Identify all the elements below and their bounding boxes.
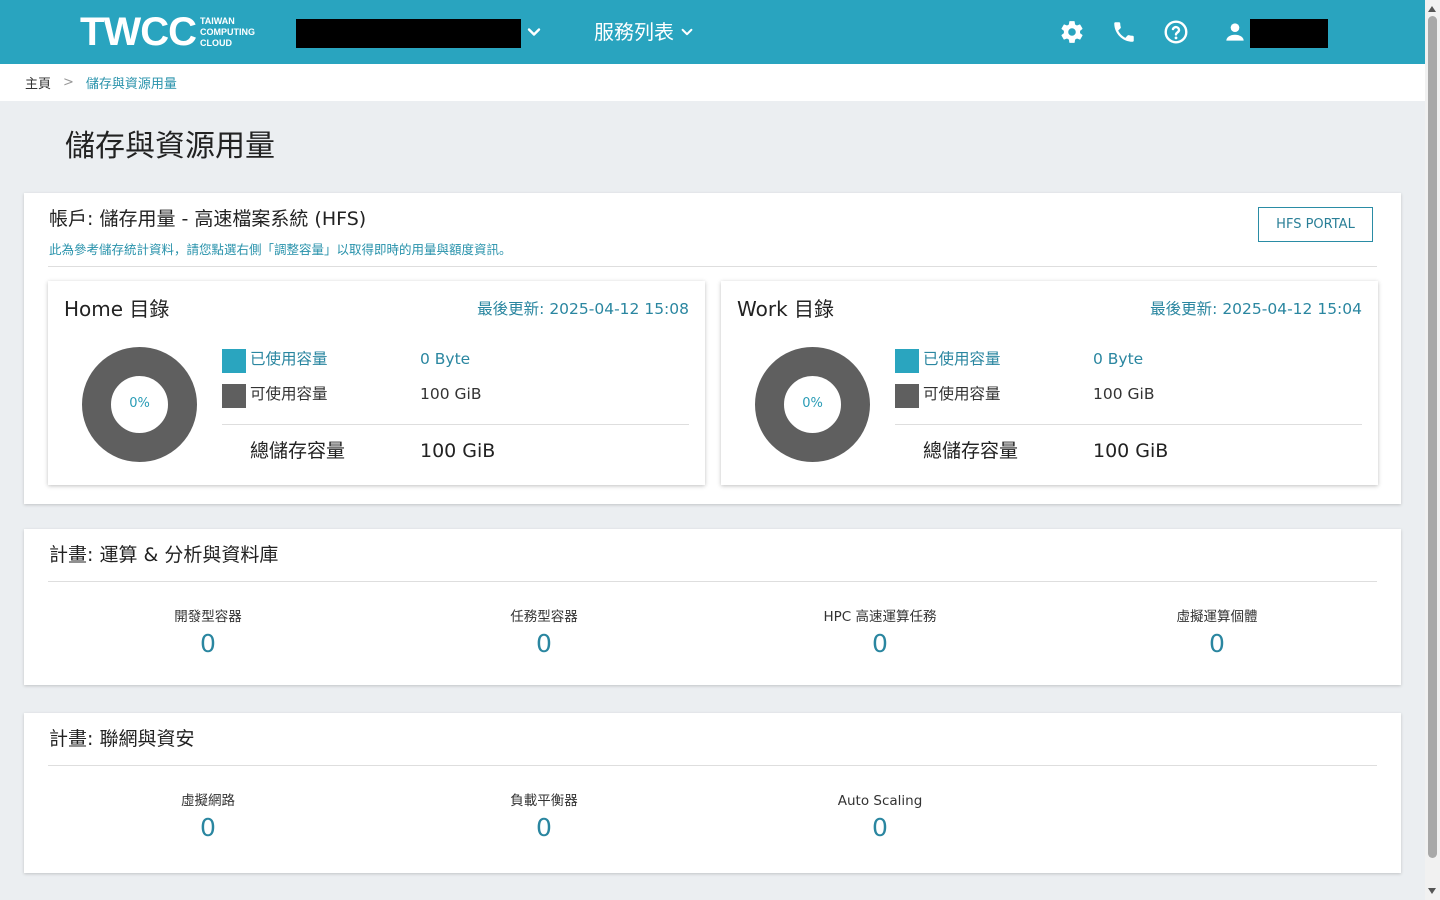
stat-value[interactable]: 0 — [780, 628, 980, 660]
service-list-menu[interactable]: 服務列表 — [594, 19, 694, 45]
stat-virtual-compute: 虛擬運算個體 0 — [1117, 607, 1317, 660]
card-divider — [48, 581, 1377, 582]
stat-value[interactable]: 0 — [108, 628, 308, 660]
stat-virtual-network: 虛擬網路 0 — [108, 791, 308, 844]
used-label: 已使用容量 — [250, 350, 328, 368]
compute-card-title: 計畫: 運算 & 分析與資料庫 — [49, 544, 279, 566]
user-name[interactable] — [1250, 19, 1328, 48]
card-divider — [48, 765, 1377, 766]
used-value: 0 Byte — [1093, 350, 1144, 368]
used-value: 0 Byte — [420, 350, 471, 368]
service-list-label: 服務列表 — [594, 20, 674, 44]
available-legend-swatch — [895, 384, 919, 408]
stat-label: Auto Scaling — [837, 793, 923, 809]
stat-label: 虛擬網路 — [181, 793, 235, 809]
scroll-thumb[interactable] — [1428, 16, 1437, 858]
used-legend-swatch — [895, 349, 919, 373]
stat-label: 虛擬運算個體 — [1176, 609, 1258, 625]
top-navbar: TWCC TAIWAN COMPUTING CLOUD 服務列表 — [0, 0, 1425, 64]
available-value: 100 GiB — [1093, 385, 1155, 403]
logo-subtext: TAIWAN COMPUTING CLOUD — [200, 16, 255, 49]
network-card-title: 計畫: 聯網與資安 — [49, 728, 195, 750]
total-capacity-label: 總儲存容量 — [250, 440, 346, 462]
home-directory-card: Home 目錄 最後更新: 2025-04-12 15:08 0% 已使用容量 … — [48, 281, 705, 485]
phone-icon[interactable] — [1111, 19, 1137, 45]
work-directory-card: Work 目錄 最後更新: 2025-04-12 15:04 0% 已使用容量 … — [721, 281, 1378, 485]
available-label: 可使用容量 — [250, 385, 328, 403]
stat-label: 開發型容器 — [174, 609, 242, 625]
logo-sub-line: TAIWAN — [199, 15, 235, 26]
stat-load-balancer: 負載平衡器 0 — [444, 791, 644, 844]
logo-text: TWCC — [80, 10, 197, 54]
help-icon[interactable] — [1163, 19, 1189, 45]
stat-value[interactable]: 0 — [780, 812, 980, 844]
user-icon[interactable] — [1222, 19, 1248, 45]
total-capacity-label: 總儲存容量 — [923, 440, 1019, 462]
chevron-down-icon[interactable] — [526, 24, 542, 40]
storage-card-subtitle: 此為參考儲存統計資料，請您點選右側「調整容量」以取得即時的用量與額度資訊。 — [49, 242, 512, 257]
used-legend-swatch — [222, 349, 246, 373]
twcc-logo[interactable]: TWCC TAIWAN COMPUTING CLOUD — [80, 12, 255, 52]
stat-value[interactable]: 0 — [1117, 628, 1317, 660]
stat-hpc-job: HPC 高速運算任務 0 — [780, 607, 980, 660]
available-legend-swatch — [222, 384, 246, 408]
stat-label: 任務型容器 — [510, 609, 578, 625]
hfs-portal-button[interactable]: HFS PORTAL — [1258, 207, 1373, 242]
breadcrumb-home-link[interactable]: 主頁 — [25, 73, 51, 92]
stat-value[interactable]: 0 — [108, 812, 308, 844]
legend-divider — [222, 424, 689, 425]
last-updated: 最後更新: 2025-04-12 15:04 — [1150, 300, 1362, 318]
storage-usage-card: 帳戶: 儲存用量 - 高速檔案系統 (HFS) 此為參考儲存統計資料，請您點選右… — [24, 193, 1401, 504]
usage-percent: 0% — [802, 396, 823, 411]
scroll-up-arrow-icon[interactable] — [1428, 6, 1436, 12]
breadcrumb-current: 儲存與資源用量 — [85, 77, 177, 92]
storage-card-title: 帳戶: 儲存用量 - 高速檔案系統 (HFS) — [49, 208, 367, 230]
chevron-down-icon — [681, 28, 693, 36]
card-divider — [48, 266, 1377, 267]
stat-value[interactable]: 0 — [444, 812, 644, 844]
directory-name: Home 目錄 — [64, 297, 170, 321]
logo-sub-line: CLOUD — [199, 37, 232, 48]
available-label: 可使用容量 — [923, 385, 1001, 403]
used-label: 已使用容量 — [923, 350, 1001, 368]
stat-job-container: 任務型容器 0 — [444, 607, 644, 660]
stat-label: 負載平衡器 — [510, 793, 578, 809]
stat-auto-scaling: Auto Scaling 0 — [780, 791, 980, 844]
vertical-scrollbar[interactable] — [1425, 0, 1440, 900]
breadcrumb: 主頁 > 儲存與資源用量 — [0, 64, 1425, 101]
compute-resources-card: 計畫: 運算 & 分析與資料庫 開發型容器 0 任務型容器 0 HPC 高速運算… — [24, 529, 1401, 685]
network-security-card: 計畫: 聯網與資安 虛擬網路 0 負載平衡器 0 Auto Scaling 0 — [24, 713, 1401, 873]
page-title: 儲存與資源用量 — [65, 129, 275, 164]
scroll-down-arrow-icon[interactable] — [1428, 888, 1436, 894]
stat-value[interactable]: 0 — [444, 628, 644, 660]
last-updated: 最後更新: 2025-04-12 15:08 — [477, 300, 689, 318]
breadcrumb-separator: > — [63, 75, 74, 90]
available-value: 100 GiB — [420, 385, 482, 403]
usage-percent: 0% — [129, 396, 150, 411]
project-selector[interactable] — [296, 19, 521, 48]
total-capacity-value: 100 GiB — [1093, 440, 1169, 462]
gear-icon[interactable] — [1059, 19, 1085, 45]
logo-sub-line: COMPUTING — [199, 26, 255, 37]
directory-name: Work 目錄 — [737, 297, 835, 321]
stat-label: HPC 高速運算任務 — [823, 609, 937, 625]
stat-dev-container: 開發型容器 0 — [108, 607, 308, 660]
legend-divider — [895, 424, 1362, 425]
total-capacity-value: 100 GiB — [420, 440, 496, 462]
